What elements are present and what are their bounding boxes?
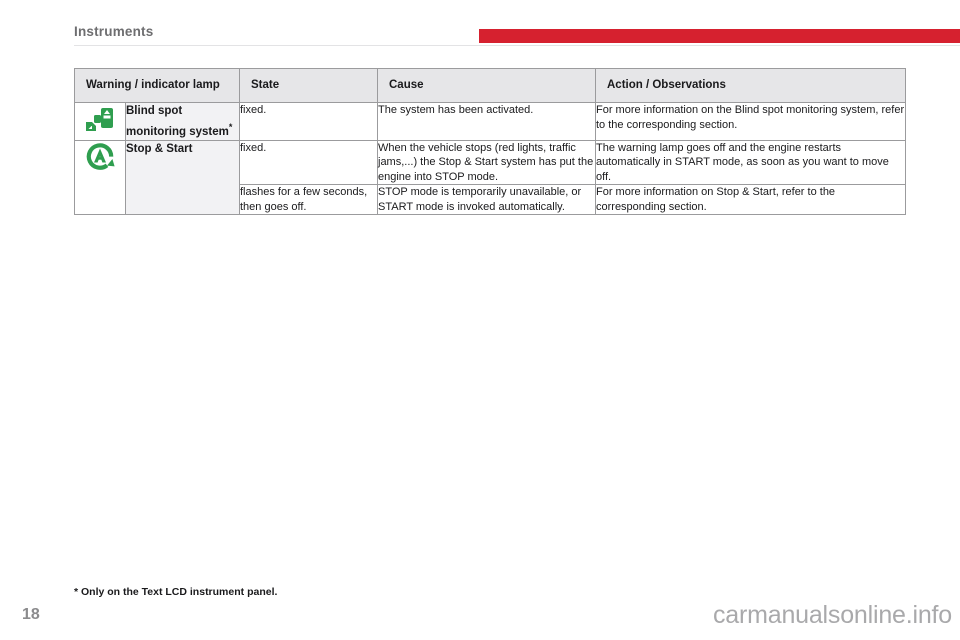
column-header-state: State xyxy=(239,68,378,103)
page-header: Instruments xyxy=(0,0,960,50)
watermark: carmanualsonline.info xyxy=(712,601,952,629)
column-header-cause: Cause xyxy=(377,68,596,103)
table-body: Blind spot monitoring system* fixed. The… xyxy=(74,102,906,216)
action-cell: The warning lamp goes off and the engine… xyxy=(595,139,906,186)
cause-cell: When the vehicle stops (red lights, traf… xyxy=(377,139,596,186)
lamp-name-cell: Blind spot monitoring system* xyxy=(125,102,240,141)
table-header: Warning / indicator lamp State Cause Act… xyxy=(74,68,906,103)
blind-spot-monitoring-icon xyxy=(86,108,113,131)
state-cell: flashes for a few seconds, then goes off… xyxy=(239,184,378,216)
action-cell: For more information on Stop & Start, re… xyxy=(595,184,906,216)
lamp-name-cell: Stop & Start xyxy=(125,139,240,216)
page-number: 18 xyxy=(22,606,40,623)
table-row: Blind spot monitoring system* fixed. The… xyxy=(74,102,906,141)
state-cell: fixed. xyxy=(239,102,378,141)
stop-and-start-icon xyxy=(86,143,115,170)
lamp-name-label: Blind spot monitoring system xyxy=(126,105,229,138)
table-row: Stop & Start fixed. When the vehicle sto… xyxy=(74,139,906,216)
lamp-icon-cell xyxy=(74,102,126,141)
footnote-text: * Only on the Text LCD instrument panel. xyxy=(74,586,278,598)
cause-cell: STOP mode is temporarily unavailable, or… xyxy=(377,184,596,216)
header-divider xyxy=(74,45,960,46)
footnote-marker: * xyxy=(228,122,233,132)
column-header-lamp: Warning / indicator lamp xyxy=(74,68,240,103)
warning-lamp-table: Warning / indicator lamp State Cause Act… xyxy=(74,68,906,216)
column-header-action: Action / Observations xyxy=(595,68,906,103)
table-header-row: Warning / indicator lamp State Cause Act… xyxy=(74,68,906,103)
action-cell: For more information on the Blind spot m… xyxy=(595,102,906,141)
lamp-name-label: Stop & Start xyxy=(126,142,193,155)
page-title: Instruments xyxy=(74,24,154,39)
header-accent-bar xyxy=(479,29,960,43)
state-cell: fixed. xyxy=(239,139,378,186)
lamp-icon-cell xyxy=(74,139,126,216)
cause-cell: The system has been activated. xyxy=(377,102,596,141)
